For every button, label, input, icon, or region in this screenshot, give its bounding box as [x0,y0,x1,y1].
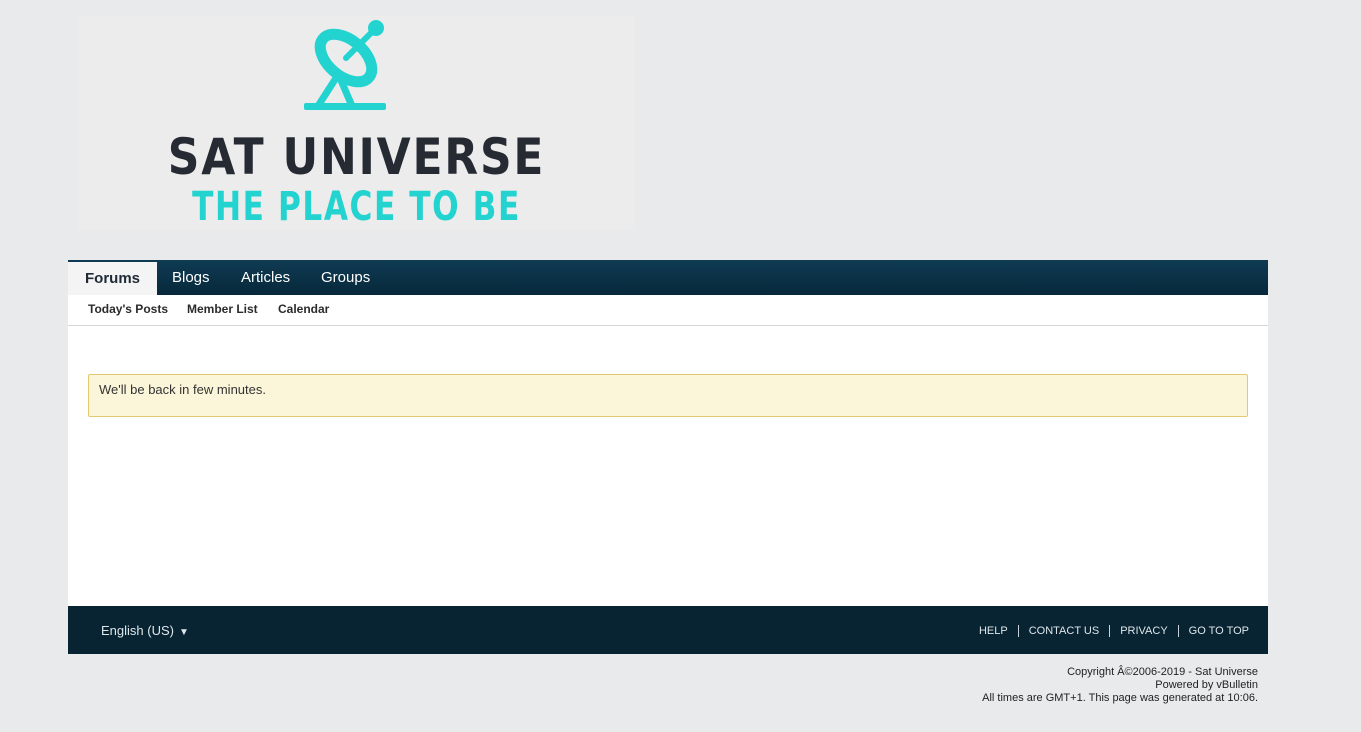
subnav-calendar[interactable]: Calendar [278,302,329,316]
subnav-todays-posts[interactable]: Today's Posts [88,302,168,316]
main-content: We'll be back in few minutes. [68,326,1268,606]
tab-blogs[interactable]: Blogs [155,260,227,295]
powered-by-text: Powered by vBulletin [1155,679,1258,691]
satellite-dish-icon [304,20,386,110]
footer-link-help[interactable]: HELP [979,625,1008,637]
sub-nav: Today's Posts Member List Calendar [68,295,1268,326]
subnav-member-list[interactable]: Member List [187,302,258,316]
site-logo[interactable]: SAT UNIVERSE THE PLACE TO BE [78,16,635,230]
footer-link-privacy[interactable]: PRIVACY [1120,625,1167,637]
notice-message: We'll be back in few minutes. [99,382,266,397]
language-label: English (US) [101,623,174,638]
divider [1017,625,1019,637]
caret-down-icon: ▼ [178,627,189,638]
logo-title: SAT UNIVERSE [167,128,546,186]
divider [1109,625,1111,637]
footer-links: HELP CONTACT US PRIVACY GO TO TOP [979,625,1249,637]
timezone-text: All times are GMT+1. This page was gener… [982,692,1258,704]
footer-link-go-to-top[interactable]: GO TO TOP [1189,625,1249,637]
divider [1177,625,1179,637]
maintenance-notice: We'll be back in few minutes. [88,374,1248,417]
tab-forums[interactable]: Forums [68,262,158,295]
tab-groups[interactable]: Groups [304,260,387,295]
copyright-block: Copyright Â©2006-2019 - Sat Universe Pow… [982,666,1258,705]
language-selector[interactable]: English (US) ▼ [101,623,189,638]
footer-link-contact-us[interactable]: CONTACT US [1029,625,1100,637]
logo-tagline: THE PLACE TO BE [192,184,521,230]
footer-bar: English (US) ▼ HELP CONTACT US PRIVACY GO… [68,606,1268,654]
tab-articles[interactable]: Articles [224,260,307,295]
copyright-text: Copyright Â©2006-2019 - Sat Universe [1067,666,1258,678]
main-nav: Forums Blogs Articles Groups [68,260,1268,295]
